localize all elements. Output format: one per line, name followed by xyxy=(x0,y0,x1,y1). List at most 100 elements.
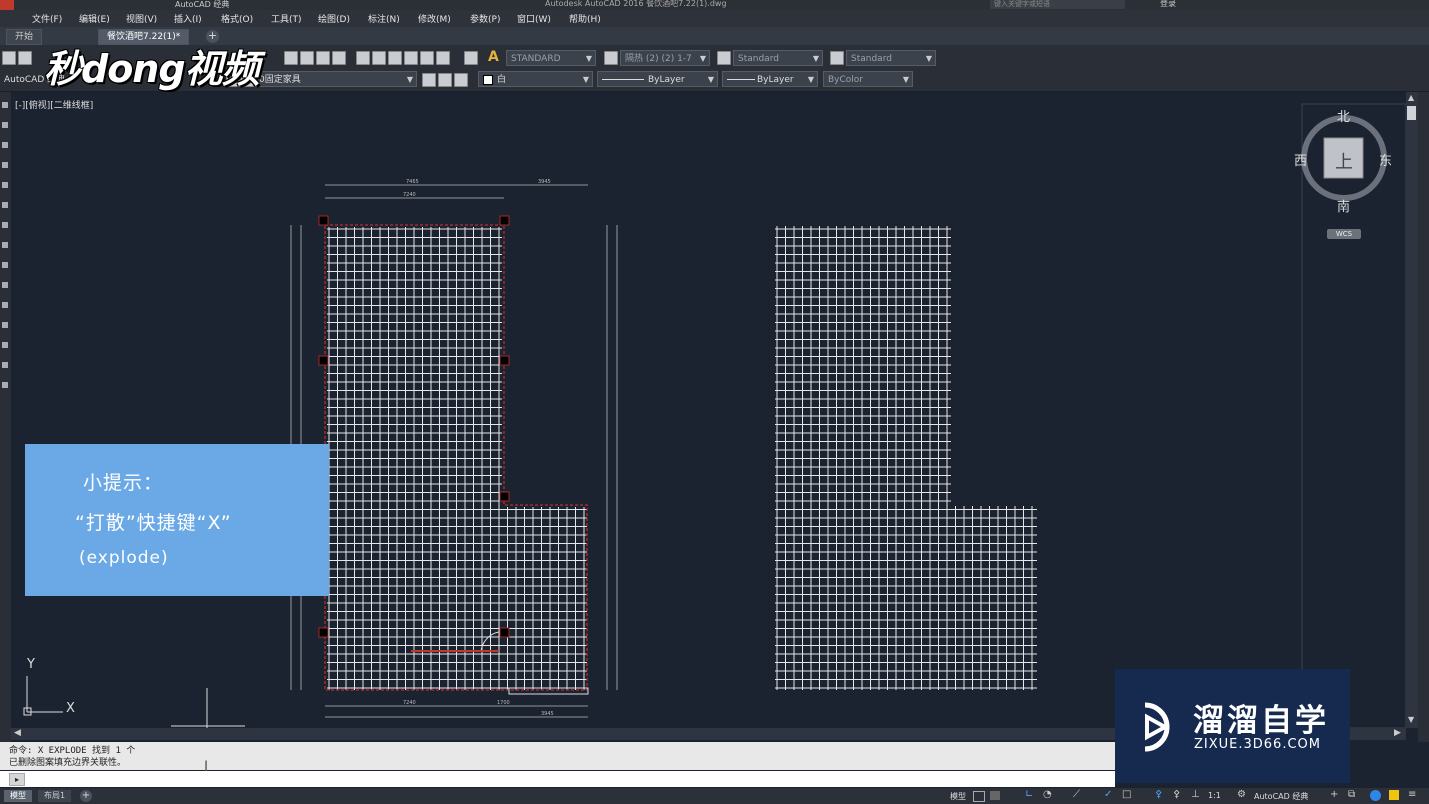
autoscale-icon[interactable]: ⚴ xyxy=(1173,789,1180,800)
menu-tools[interactable]: 工具(T) xyxy=(271,12,302,25)
command-prompt-icon[interactable]: ▸ xyxy=(9,773,25,786)
workspace-status[interactable]: AutoCAD 经典 xyxy=(1254,791,1308,802)
login-button[interactable]: 登录 xyxy=(1160,0,1176,9)
menu-file[interactable]: 文件(F) xyxy=(32,12,62,25)
ortho-icon[interactable]: ∟ xyxy=(1025,789,1033,800)
table-style-combo[interactable]: Standard ▼ xyxy=(733,50,823,66)
color-combo[interactable]: 白 ▼ xyxy=(478,71,593,87)
menu-insert[interactable]: 插入(I) xyxy=(174,12,202,25)
customization-icon[interactable]: ≡ xyxy=(1408,789,1416,800)
menu-view[interactable]: 视图(V) xyxy=(126,12,157,25)
annotation-visibility-icon[interactable]: ⚴ xyxy=(1155,789,1162,800)
compass-west-label[interactable]: 西 xyxy=(1294,150,1307,169)
wcs-menu[interactable]: WCS xyxy=(1327,229,1361,239)
scroll-thumb[interactable] xyxy=(1407,106,1416,120)
open-icon[interactable] xyxy=(18,51,32,65)
grip[interactable] xyxy=(499,627,510,638)
menu-format[interactable]: 格式(O) xyxy=(221,12,253,25)
help-icon[interactable] xyxy=(464,51,478,65)
polar-icon[interactable]: ◔ xyxy=(1043,789,1052,800)
calculator-icon[interactable] xyxy=(436,51,450,65)
compass-east-label[interactable]: 东 xyxy=(1379,150,1392,169)
rectangle-icon[interactable] xyxy=(2,182,8,188)
search-input[interactable]: 键入关键字或短语 xyxy=(990,0,1125,9)
grip[interactable] xyxy=(499,355,510,366)
grid-icon[interactable] xyxy=(973,791,985,802)
linetype-combo[interactable]: ByLayer ▼ xyxy=(597,71,718,87)
clean-screen-icon[interactable] xyxy=(1389,790,1399,800)
viewcube-top-label[interactable]: 上 xyxy=(1335,148,1353,174)
isolate-objects-icon[interactable]: ⧉ xyxy=(1348,789,1355,800)
mtext-icon[interactable] xyxy=(2,382,8,388)
grip[interactable] xyxy=(499,491,510,502)
autocad-app-icon[interactable] xyxy=(0,0,14,10)
gear-icon[interactable]: ⚙ xyxy=(1237,789,1246,800)
hardware-acceleration-icon[interactable] xyxy=(1370,790,1381,801)
menu-edit[interactable]: 编辑(E) xyxy=(79,12,110,25)
text-style-combo[interactable]: STANDARD ▼ xyxy=(506,50,596,66)
properties-icon[interactable] xyxy=(356,51,370,65)
lineweight-combo[interactable]: ByLayer ▼ xyxy=(722,71,818,87)
object-snap-tracking-icon[interactable]: ✓ xyxy=(1104,789,1112,800)
model-space-button[interactable]: 模型 xyxy=(950,791,966,802)
zoom-window-icon[interactable] xyxy=(316,51,330,65)
menu-modify[interactable]: 修改(M) xyxy=(418,12,451,25)
grip[interactable] xyxy=(318,215,329,226)
layer-combo[interactable]: 0固定家具 ▼ xyxy=(254,71,417,87)
spline-icon[interactable] xyxy=(2,222,8,228)
zoom-previous-icon[interactable] xyxy=(332,51,346,65)
gradient-icon[interactable] xyxy=(2,322,8,328)
table-icon[interactable] xyxy=(2,362,8,368)
tab-start[interactable]: 开始 xyxy=(6,29,43,45)
tab-layout1[interactable]: 布局1 xyxy=(38,790,72,802)
workspace-switcher[interactable]: AutoCAD 经典 xyxy=(175,0,229,10)
layer-state-icon[interactable] xyxy=(454,73,468,87)
menu-dimension[interactable]: 标注(N) xyxy=(368,12,400,25)
menu-parametric[interactable]: 参数(P) xyxy=(470,12,500,25)
sheet-set-icon[interactable] xyxy=(404,51,418,65)
circle-icon[interactable] xyxy=(2,142,8,148)
plus-icon[interactable]: + xyxy=(1330,789,1338,800)
scroll-up-icon[interactable]: ▲ xyxy=(1408,93,1414,102)
grip[interactable] xyxy=(499,215,510,226)
annotation-scale-icon[interactable]: ⊥ xyxy=(1191,789,1200,800)
polyline-icon[interactable] xyxy=(2,122,8,128)
markup-icon[interactable] xyxy=(420,51,434,65)
compass-north-label[interactable]: 北 xyxy=(1337,106,1350,125)
arc-icon[interactable] xyxy=(2,162,8,168)
pan-icon[interactable] xyxy=(284,51,298,65)
compass-south-label[interactable]: 南 xyxy=(1337,196,1350,215)
hatch-icon[interactable] xyxy=(2,302,8,308)
menu-help[interactable]: 帮助(H) xyxy=(569,12,601,25)
new-icon[interactable] xyxy=(2,51,16,65)
object-snap-icon[interactable]: □ xyxy=(1122,789,1131,800)
zoom-realtime-icon[interactable] xyxy=(300,51,314,65)
isodraft-icon[interactable]: ⟋ xyxy=(1073,789,1080,800)
polygon-icon[interactable] xyxy=(2,202,8,208)
plotstyle-combo[interactable]: ByColor ▼ xyxy=(823,71,913,87)
tab-model[interactable]: 模型 xyxy=(4,790,32,802)
make-current-layer-icon[interactable] xyxy=(422,73,436,87)
grip[interactable] xyxy=(318,627,329,638)
tool-palettes-icon[interactable] xyxy=(388,51,402,65)
dim-style-combo[interactable]: 隔热 (2) (2) 1-7 ▼ xyxy=(620,50,710,66)
scroll-down-icon[interactable]: ▼ xyxy=(1408,715,1414,724)
design-center-icon[interactable] xyxy=(372,51,386,65)
layer-previous-icon[interactable] xyxy=(438,73,452,87)
line-icon[interactable] xyxy=(2,102,8,108)
drawing-canvas[interactable]: [-][俯视][二维线框] 7465 7240 3945 7240 1700 3… xyxy=(11,92,1406,728)
menu-window[interactable]: 窗口(W) xyxy=(517,12,551,25)
ellipse-icon[interactable] xyxy=(2,242,8,248)
multileader-style-combo[interactable]: Standard ▼ xyxy=(846,50,936,66)
region-icon[interactable] xyxy=(2,342,8,348)
insert-block-icon[interactable] xyxy=(2,262,8,268)
grip[interactable] xyxy=(318,355,329,366)
command-line[interactable]: ▸ I xyxy=(0,759,1115,787)
scroll-right-icon[interactable]: ▶ xyxy=(1394,728,1401,738)
point-icon[interactable] xyxy=(2,282,8,288)
menu-draw[interactable]: 绘图(D) xyxy=(318,12,350,25)
vertical-scrollbar[interactable]: ▲ ▼ xyxy=(1406,92,1418,728)
annotation-scale-value[interactable]: 1:1 xyxy=(1208,791,1221,800)
add-layout-icon[interactable]: + xyxy=(80,790,92,802)
scroll-left-icon[interactable]: ◀ xyxy=(14,728,21,738)
